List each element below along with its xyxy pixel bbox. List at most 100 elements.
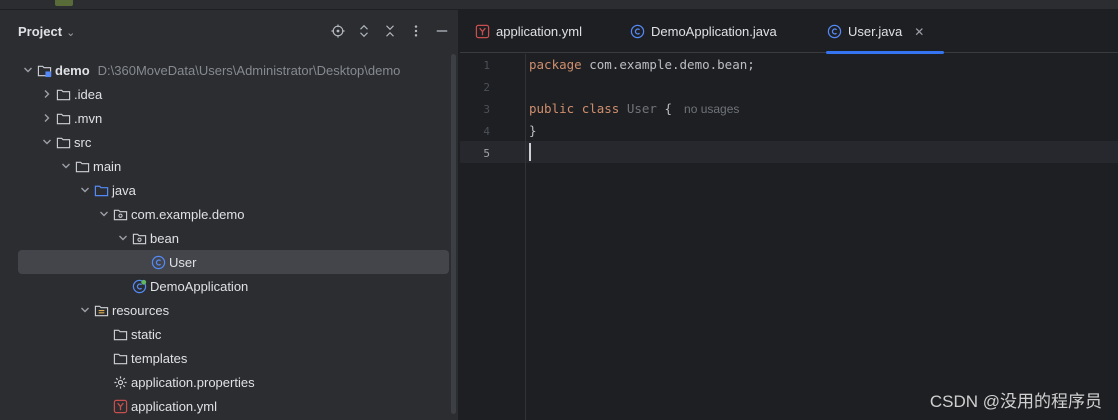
tab-user-java[interactable]: User.java ✕ xyxy=(826,10,944,54)
editor-area: application.yml DemoApplication.java User.… xyxy=(460,10,1118,420)
line-number: 5 xyxy=(483,147,490,160)
tree-item-resources[interactable]: resources xyxy=(0,298,452,322)
line-number: 1 xyxy=(483,59,490,72)
code-token: public xyxy=(529,101,575,116)
tree-item-bean[interactable]: bean xyxy=(0,226,452,250)
chevron-down-icon[interactable] xyxy=(39,134,55,150)
line-number: 2 xyxy=(483,81,490,94)
code-token: } xyxy=(529,123,537,138)
chevron-down-icon[interactable] xyxy=(77,302,93,318)
tree-item-application-properties[interactable]: application.properties xyxy=(0,370,452,394)
folder-icon xyxy=(112,326,128,342)
java-class-icon xyxy=(150,254,166,270)
title-bar-mark xyxy=(55,0,73,6)
chevron-right-icon[interactable] xyxy=(39,86,55,102)
line-number: 4 xyxy=(483,125,490,138)
project-panel-header: Project ⌄ xyxy=(0,10,459,54)
tree-item-label: .idea xyxy=(74,86,103,102)
project-panel: Project ⌄ demo D:\360MoveData\Users\Admini… xyxy=(0,10,459,420)
editor-tabs: application.yml DemoApplication.java User.… xyxy=(460,10,1118,54)
settings-file-icon xyxy=(112,374,128,390)
tab-label: application.yml xyxy=(496,24,582,39)
usage-hint[interactable]: no usages xyxy=(684,102,739,116)
tab-demoapplication-java[interactable]: DemoApplication.java xyxy=(629,10,777,53)
folder-icon xyxy=(55,134,71,150)
code-token: class xyxy=(581,101,620,116)
tree-item-templates[interactable]: templates xyxy=(0,346,452,370)
tree-item-label: resources xyxy=(112,302,170,318)
code-token: { xyxy=(656,101,673,116)
tree-item-demo[interactable]: demo D:\360MoveData\Users\Administrator\D… xyxy=(0,58,452,82)
tree-item-main[interactable]: main xyxy=(0,154,452,178)
module-path: D:\360MoveData\Users\Administrator\Deskt… xyxy=(97,62,401,78)
tree-item-idea[interactable]: .idea xyxy=(0,82,452,106)
project-tree: demo D:\360MoveData\Users\Administrator\D… xyxy=(0,58,452,418)
tree-item-src[interactable]: src xyxy=(0,130,452,154)
code-line: public class User { no usages xyxy=(529,98,739,120)
folder-icon xyxy=(55,110,71,126)
tree-item-demoapplication[interactable]: DemoApplication xyxy=(0,274,452,298)
tree-item-label: main xyxy=(93,158,122,174)
package-icon xyxy=(131,230,147,246)
tree-item-label: templates xyxy=(131,350,188,366)
code-token: com.example.demo.bean; xyxy=(581,57,755,72)
chevron-right-icon[interactable] xyxy=(39,110,55,126)
tree-item-user[interactable]: User xyxy=(18,250,449,274)
more-options-icon[interactable] xyxy=(407,22,425,40)
resources-folder-icon xyxy=(93,302,109,318)
tree-item-label: static xyxy=(131,326,162,342)
tree-item-label: src xyxy=(74,134,92,150)
project-panel-title: Project xyxy=(18,24,63,39)
tree-item-label: application.properties xyxy=(131,374,255,390)
collapse-all-icon[interactable] xyxy=(381,22,399,40)
locate-icon[interactable] xyxy=(329,22,347,40)
tree-item-com-example-demo[interactable]: com.example.demo xyxy=(0,202,452,226)
spring-boot-class-icon xyxy=(131,278,147,294)
code-token: User xyxy=(626,101,657,116)
tree-item-label: application.yml xyxy=(131,398,217,414)
java-class-icon xyxy=(826,24,842,40)
tab-label: User.java xyxy=(848,24,903,39)
tab-application-yml[interactable]: application.yml xyxy=(474,10,582,53)
chevron-down-icon[interactable] xyxy=(115,230,131,246)
code-line: } xyxy=(529,120,537,142)
tree-item-label: .mvn xyxy=(74,110,103,126)
tree-item-java[interactable]: java xyxy=(0,178,452,202)
tree-item-application-yml[interactable]: application.yml xyxy=(0,394,452,418)
line-number-gutter: 1 2 3 4 5 xyxy=(460,54,526,420)
code-line: package com.example.demo.bean; xyxy=(529,54,755,76)
close-tab-icon[interactable]: ✕ xyxy=(914,25,924,39)
package-icon xyxy=(112,206,128,222)
yaml-file-icon xyxy=(474,24,490,40)
chevron-down-icon[interactable] xyxy=(96,206,112,222)
yaml-file-icon xyxy=(112,398,128,414)
folder-icon xyxy=(74,158,90,174)
current-line-highlight xyxy=(460,141,1118,163)
tree-item-label: com.example.demo xyxy=(131,206,245,222)
module-folder-icon xyxy=(36,62,52,78)
folder-icon xyxy=(55,86,71,102)
chevron-down-icon[interactable] xyxy=(58,158,74,174)
project-view-selector[interactable]: Project ⌄ xyxy=(18,24,75,39)
project-scrollbar[interactable] xyxy=(451,54,456,414)
tree-item-label: demo xyxy=(55,62,90,78)
chevron-down-icon[interactable] xyxy=(77,182,93,198)
tree-item-label: java xyxy=(112,182,136,198)
source-folder-icon xyxy=(93,182,109,198)
title-bar xyxy=(0,0,1118,10)
code-token: package xyxy=(529,57,582,72)
tree-item-label: User xyxy=(169,254,197,270)
tree-item-static[interactable]: static xyxy=(0,322,452,346)
chevron-down-icon: ⌄ xyxy=(66,27,76,39)
tab-label: DemoApplication.java xyxy=(651,24,777,39)
expand-all-icon[interactable] xyxy=(355,22,373,40)
tree-item-label: DemoApplication xyxy=(150,278,249,294)
tree-item-mvn[interactable]: .mvn xyxy=(0,106,452,130)
chevron-down-icon[interactable] xyxy=(20,62,36,78)
hide-panel-icon[interactable] xyxy=(433,22,451,40)
